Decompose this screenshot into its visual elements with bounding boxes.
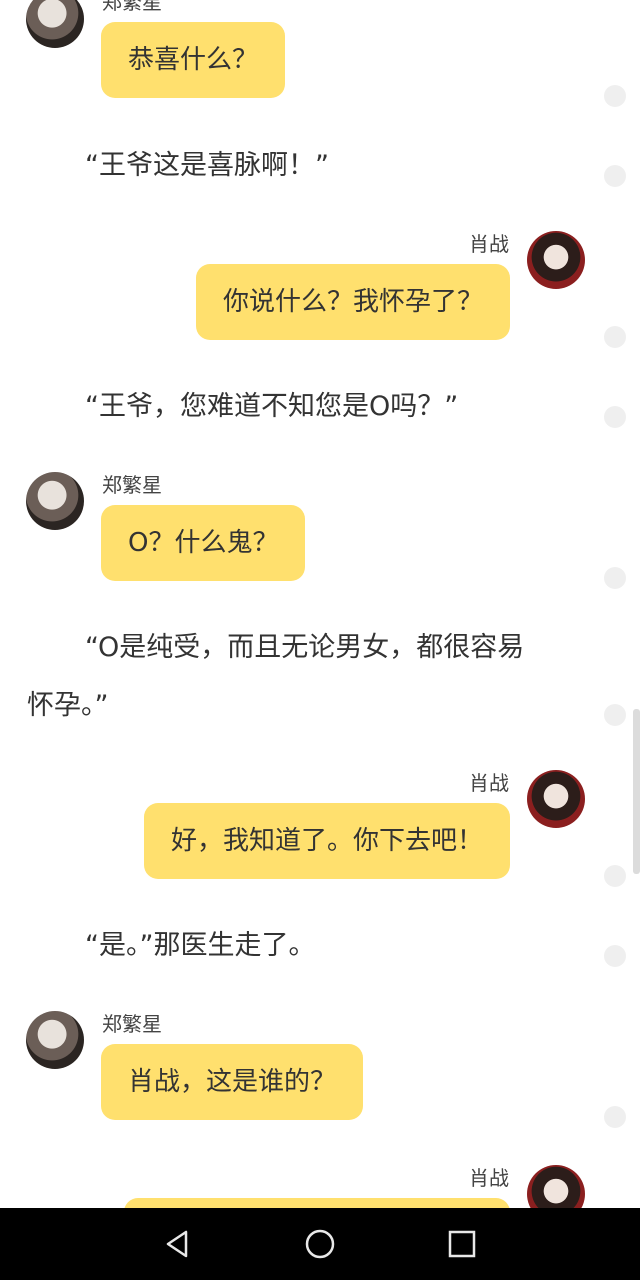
- message-bubble[interactable]: O？什么鬼？: [101, 505, 306, 581]
- speaker-name: 肖战: [469, 232, 509, 256]
- speaker-name: 郑繁星: [102, 1012, 162, 1036]
- system-nav-bar: [0, 1208, 640, 1280]
- avatar-zheng[interactable]: [26, 472, 84, 530]
- comment-dot-icon[interactable]: [604, 567, 626, 589]
- speaker-name: 肖战: [469, 771, 509, 795]
- comment-dot-icon[interactable]: [604, 165, 626, 187]
- comment-dot-icon[interactable]: [604, 945, 626, 967]
- chat-story-view: 郑繁星 恭喜什么？ “王爷这是喜脉啊！” 肖战 你说什么？我怀孕了？ “王爷，您…: [0, 0, 640, 1208]
- speaker-name: 郑繁星: [102, 0, 162, 14]
- narration-text: “王爷这是喜脉啊！”: [85, 150, 329, 181]
- home-circle-icon[interactable]: [302, 1226, 338, 1262]
- scrollbar[interactable]: [633, 709, 640, 874]
- speaker-name: 肖战: [469, 1166, 509, 1190]
- avatar-xiao[interactable]: [527, 1165, 585, 1208]
- comment-dot-icon[interactable]: [604, 704, 626, 726]
- narration-text: “O是纯受，而且无论男女，都很容易 怀孕。”: [27, 632, 525, 721]
- narration-text: “是。”那医生走了。: [85, 930, 316, 961]
- avatar-xiao[interactable]: [527, 770, 585, 828]
- comment-dot-icon[interactable]: [604, 85, 626, 107]
- message-bubble[interactable]: 好，我知道了。你下去吧！: [143, 803, 510, 879]
- message-bubble[interactable]: 恭喜什么？: [101, 22, 286, 98]
- avatar-xiao[interactable]: [527, 231, 585, 289]
- back-triangle-icon[interactable]: [160, 1226, 196, 1262]
- recents-square-icon[interactable]: [444, 1226, 480, 1262]
- comment-dot-icon[interactable]: [604, 406, 626, 428]
- message-bubble[interactable]: 你说什么？我怀孕了？: [195, 264, 510, 340]
- comment-dot-icon[interactable]: [604, 865, 626, 887]
- avatar-zheng[interactable]: [26, 0, 84, 48]
- narration-text: “王爷，您难道不知您是O吗？”: [85, 391, 459, 422]
- comment-dot-icon[interactable]: [604, 326, 626, 348]
- avatar-zheng[interactable]: [26, 1011, 84, 1069]
- speaker-name: 郑繁星: [102, 473, 162, 497]
- message-bubble-partial[interactable]: [124, 1198, 510, 1208]
- message-bubble[interactable]: 肖战，这是谁的？: [101, 1044, 364, 1120]
- comment-dot-icon[interactable]: [604, 1106, 626, 1128]
